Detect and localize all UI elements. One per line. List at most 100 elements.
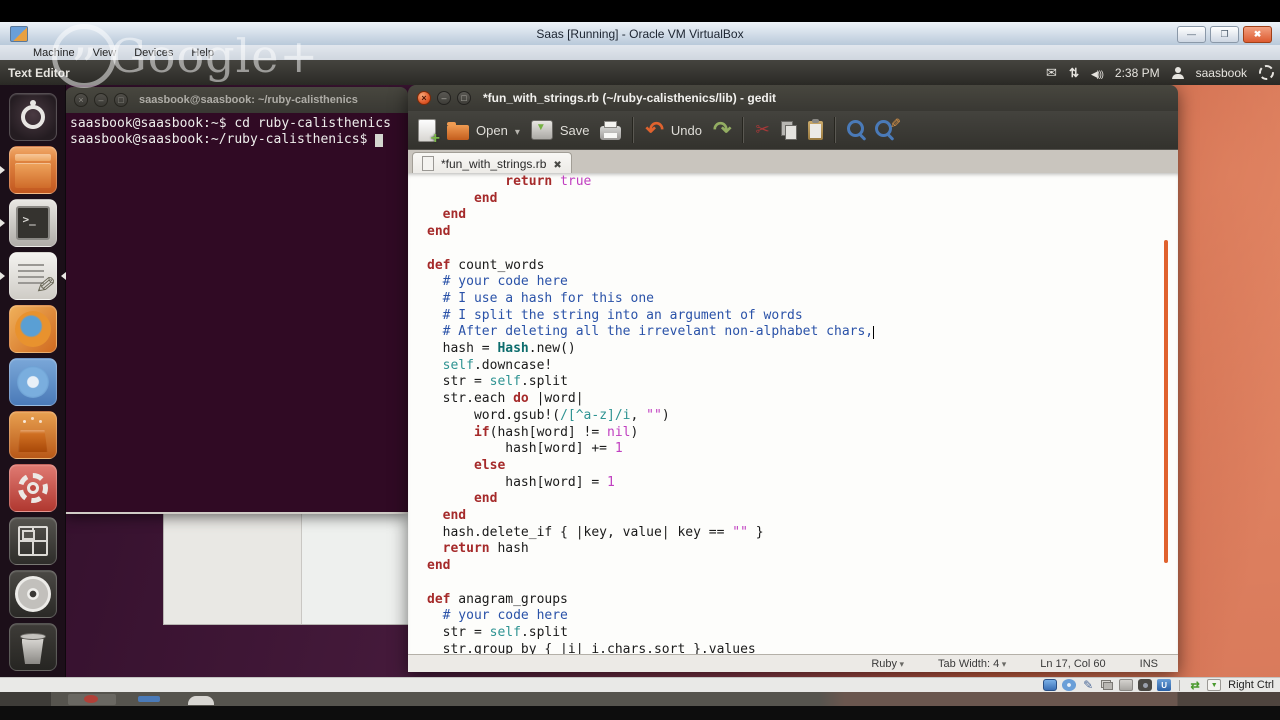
panel-app-name: Text Editor — [8, 65, 70, 80]
autoresize-status-icon[interactable] — [1207, 679, 1222, 691]
new-document-button[interactable] — [418, 118, 440, 148]
open-button[interactable]: Open — [447, 121, 520, 140]
gedit-toolbar: Open Save Undo — [408, 111, 1178, 149]
text-cursor — [873, 326, 875, 340]
gedit-close-icon[interactable]: × — [417, 91, 431, 105]
cut-icon — [755, 120, 769, 140]
launcher-icon-dash[interactable] — [8, 93, 57, 141]
paste-button[interactable] — [807, 118, 823, 140]
language-selector[interactable]: Ruby — [871, 658, 904, 670]
save-icon — [530, 120, 553, 140]
launcher-icon-terminal[interactable] — [0, 199, 57, 247]
launcher-icon-chromium[interactable] — [8, 358, 57, 406]
save-button[interactable]: Save — [530, 120, 589, 140]
terminal-body[interactable]: saasbook@saasbook:~$ cd ruby-calisthenic… — [65, 113, 408, 514]
gedit-title: *fun_with_strings.rb (~/ruby-calisthenic… — [483, 91, 777, 105]
network-arrows-icon[interactable] — [1069, 66, 1079, 80]
launcher-icon-software-center[interactable] — [8, 411, 57, 459]
toolbar-separator — [742, 117, 745, 143]
search-replace-button[interactable] — [874, 120, 892, 137]
background-window — [163, 513, 412, 625]
print-button[interactable] — [600, 120, 622, 140]
undo-icon — [645, 121, 663, 140]
tab-fun-with-strings[interactable]: *fun_with_strings.rb — [412, 152, 572, 174]
menu-devices[interactable]: Devices — [125, 47, 182, 59]
vbox-window-title: Saas [Running] - Oracle VM VirtualBox — [536, 26, 744, 41]
folder-status-icon[interactable] — [1119, 679, 1134, 691]
launcher-icon-files[interactable] — [0, 146, 57, 194]
paste-icon — [807, 118, 823, 140]
restore-button[interactable]: ❐ — [1210, 26, 1239, 43]
close-button[interactable]: ✖ — [1243, 26, 1272, 43]
launcher-icon-trash[interactable] — [8, 623, 57, 671]
toolbar-separator — [632, 117, 635, 143]
blurred-icon — [138, 696, 160, 702]
chevron-down-icon[interactable] — [515, 123, 520, 138]
harddisk-status-icon[interactable] — [1043, 679, 1058, 691]
terminal-maximize-icon[interactable]: □ — [114, 93, 128, 107]
blurred-icon — [188, 696, 214, 705]
launcher-icon-firefox[interactable] — [8, 305, 57, 353]
open-folder-icon — [447, 121, 469, 140]
undo-button[interactable]: Undo — [645, 121, 702, 140]
launcher-icon-settings[interactable] — [8, 464, 57, 512]
search-button[interactable] — [846, 120, 864, 137]
terminal-close-icon[interactable]: × — [74, 93, 88, 107]
code-area[interactable]: return true end end end def count_words #… — [408, 173, 1178, 655]
launcher-icon-cd-burner[interactable] — [8, 570, 57, 618]
redo-button[interactable] — [713, 121, 731, 140]
redo-icon — [713, 121, 731, 140]
running-indicator — [0, 166, 9, 174]
mail-icon[interactable] — [1046, 65, 1057, 81]
terminal-titlebar[interactable]: × – □ saasbook@saasbook: ~/ruby-calisthe… — [65, 87, 408, 113]
volume-icon[interactable] — [1091, 66, 1103, 80]
minimize-button[interactable]: — — [1177, 26, 1206, 43]
clock[interactable]: 2:38 PM — [1115, 66, 1160, 80]
vbox-menubar: Machine View Devices Help — [0, 45, 1280, 60]
gedit-maximize-icon[interactable]: □ — [457, 91, 471, 105]
menu-machine[interactable]: Machine — [24, 47, 84, 59]
running-indicator — [0, 272, 9, 280]
insert-mode: INS — [1139, 657, 1158, 670]
statusbar-separator — [1179, 679, 1181, 691]
letterbox-bottom — [0, 706, 1280, 720]
gedit-minimize-icon[interactable]: – — [437, 91, 451, 105]
copy-button[interactable] — [780, 120, 797, 140]
blurred-taskbar-strip — [0, 692, 1280, 706]
blurred-icon — [84, 695, 98, 703]
document-icon — [422, 156, 434, 171]
network-status-icon[interactable] — [1188, 679, 1202, 691]
search-icon — [846, 120, 864, 137]
camera-status-icon[interactable] — [1138, 679, 1153, 691]
usb-status-icon[interactable] — [1157, 679, 1172, 691]
launcher-icon-text-editor[interactable] — [0, 252, 66, 300]
gear-icon[interactable] — [1259, 65, 1274, 80]
user-icon — [1171, 66, 1184, 79]
copy-icon — [780, 120, 797, 140]
running-indicator — [0, 219, 9, 227]
menu-view[interactable]: View — [84, 47, 126, 59]
terminal-minimize-icon[interactable]: – — [94, 93, 108, 107]
tab-close-icon[interactable] — [553, 157, 561, 171]
vbox-status-icons — [1043, 679, 1172, 691]
editor-text-area[interactable]: return true end end end def count_words #… — [408, 173, 1178, 655]
menu-help[interactable]: Help — [182, 47, 223, 59]
gedit-titlebar[interactable]: × – □ *fun_with_strings.rb (~/ruby-calis… — [408, 85, 1178, 111]
vm-display: Text Editor 2:38 PM saasbook × – □ saasb… — [0, 60, 1280, 677]
tab-width-selector[interactable]: Tab Width: 4 — [938, 658, 1006, 670]
toolbar-separator — [833, 117, 836, 143]
cut-button[interactable] — [755, 120, 769, 140]
optical-status-icon[interactable] — [1062, 679, 1077, 691]
print-icon — [600, 121, 622, 140]
launcher-icon-workspaces[interactable] — [8, 517, 57, 565]
windows-status-icon[interactable] — [1100, 679, 1114, 691]
host-key-label: Right Ctrl — [1228, 679, 1274, 691]
ubuntu-top-panel: Text Editor 2:38 PM saasbook — [0, 60, 1280, 85]
pen-status-icon[interactable] — [1081, 679, 1095, 691]
overlay-scrollbar[interactable] — [1164, 240, 1168, 563]
vbox-statusbar: Right Ctrl — [0, 677, 1280, 692]
username[interactable]: saasbook — [1196, 66, 1247, 80]
gedit-statusbar: Ruby Tab Width: 4 Ln 17, Col 60 INS — [408, 654, 1178, 672]
terminal-title: saasbook@saasbook: ~/ruby-calisthenics — [139, 94, 358, 106]
focused-indicator — [57, 272, 66, 280]
